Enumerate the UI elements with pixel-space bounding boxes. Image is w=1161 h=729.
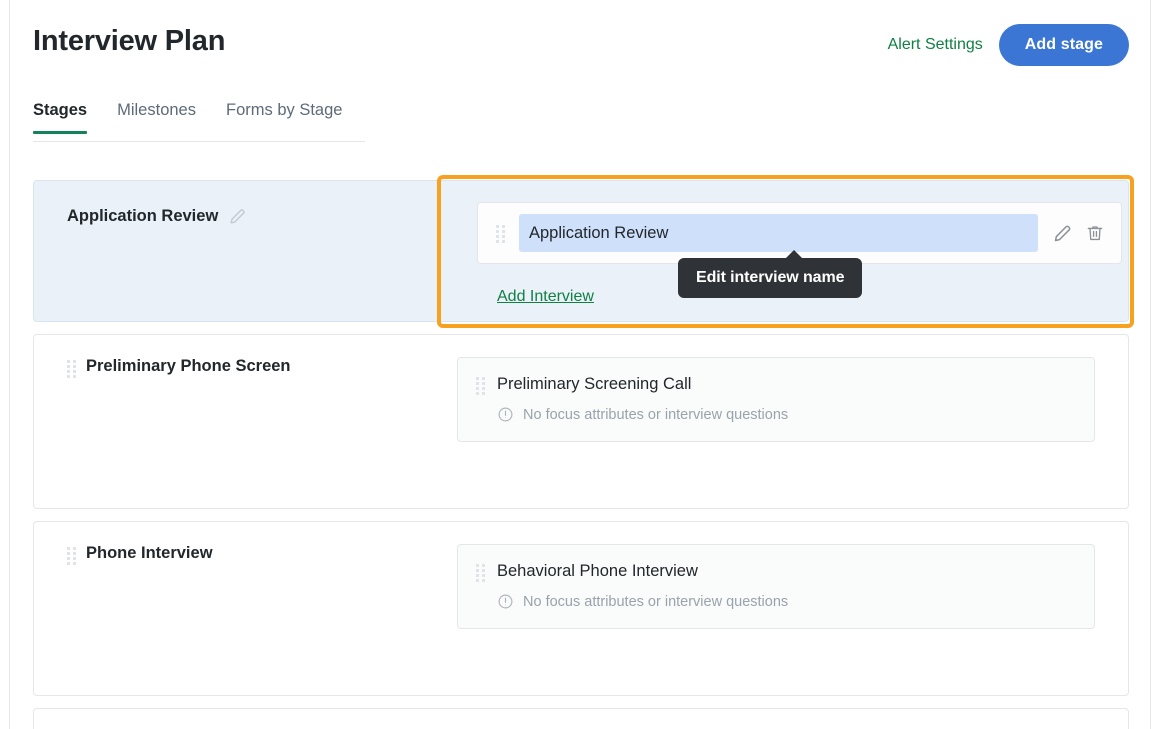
- stage-card-partial[interactable]: [33, 708, 1129, 729]
- stage-edit-pencil-icon[interactable]: [228, 207, 247, 226]
- stage-body-right: Preliminary Screening Call No focus attr…: [457, 335, 1128, 508]
- tab-milestones[interactable]: Milestones: [117, 101, 196, 132]
- stage-name-label: Phone Interview: [86, 544, 213, 562]
- interview-item[interactable]: Preliminary Screening Call No focus attr…: [457, 357, 1095, 443]
- interview-edit-pencil-icon[interactable]: [1052, 223, 1073, 244]
- drag-handle-icon[interactable]: [476, 377, 485, 397]
- info-circle-icon: [498, 407, 513, 422]
- stage-header-left: Phone Interview: [34, 522, 457, 695]
- tooltip-edit-interview-name: Edit interview name: [678, 250, 863, 298]
- drag-handle-icon[interactable]: [496, 224, 505, 245]
- tab-bar-divider: [33, 141, 365, 142]
- header-actions: Alert Settings Add stage: [888, 24, 1129, 66]
- drag-handle-icon[interactable]: [476, 564, 485, 584]
- info-circle-icon: [498, 594, 513, 609]
- interview-title: Preliminary Screening Call: [497, 375, 692, 393]
- interview-plan-page: Interview Plan Alert Settings Add stage …: [0, 0, 1161, 729]
- stage-header-left: Preliminary Phone Screen: [34, 335, 457, 508]
- stage-header-left: Application Review: [34, 181, 457, 321]
- page-header: Interview Plan Alert Settings Add stage: [33, 24, 1129, 78]
- stage-name-label: Application Review: [67, 207, 219, 225]
- stage-list: Application Review Application Review Ad…: [33, 175, 1134, 729]
- stage-card-application-review[interactable]: Application Review Application Review Ad…: [33, 175, 1134, 328]
- interview-delete-trash-icon[interactable]: [1085, 223, 1105, 243]
- tab-bar: Stages Milestones Forms by Stage: [33, 96, 1129, 134]
- stage-name-label: Preliminary Phone Screen: [86, 357, 291, 375]
- page-frame-left-border: [9, 0, 10, 729]
- page-title: Interview Plan: [33, 25, 226, 57]
- interview-item[interactable]: Behavioral Phone Interview No focus attr…: [457, 544, 1095, 630]
- interview-meta-label: No focus attributes or interview questio…: [523, 406, 789, 423]
- add-stage-button[interactable]: Add stage: [998, 24, 1129, 66]
- drag-handle-icon[interactable]: [67, 360, 76, 380]
- stage-card-phone-interview[interactable]: Phone Interview Behavioral Phone Intervi…: [33, 521, 1129, 696]
- stage-body-right: Add Interview Edit interview name: [437, 175, 1134, 328]
- trash-icon: [1087, 226, 1103, 241]
- interview-edit-area: Add Interview Edit interview name: [457, 181, 1128, 306]
- alert-settings-link[interactable]: Alert Settings: [888, 36, 983, 54]
- interview-meta: No focus attributes or interview questio…: [497, 593, 1076, 610]
- stage-card-preliminary-phone-screen[interactable]: Preliminary Phone Screen Preliminary Scr…: [33, 334, 1129, 509]
- pencil-icon: [230, 209, 245, 224]
- interview-edit-actions: [1052, 223, 1105, 244]
- tab-forms-by-stage[interactable]: Forms by Stage: [226, 101, 342, 132]
- pencil-icon: [1054, 225, 1071, 241]
- interview-name-input[interactable]: [519, 214, 1038, 252]
- drag-handle-icon[interactable]: [67, 547, 76, 567]
- page-frame-right-border: [1150, 0, 1151, 729]
- interview-title: Behavioral Phone Interview: [497, 562, 698, 580]
- interview-meta: No focus attributes or interview questio…: [497, 406, 1076, 423]
- add-interview-link[interactable]: Add Interview: [497, 288, 594, 306]
- tab-stages[interactable]: Stages: [33, 101, 88, 134]
- interview-meta-label: No focus attributes or interview questio…: [523, 593, 789, 610]
- stage-body-right: Behavioral Phone Interview No focus attr…: [457, 522, 1128, 695]
